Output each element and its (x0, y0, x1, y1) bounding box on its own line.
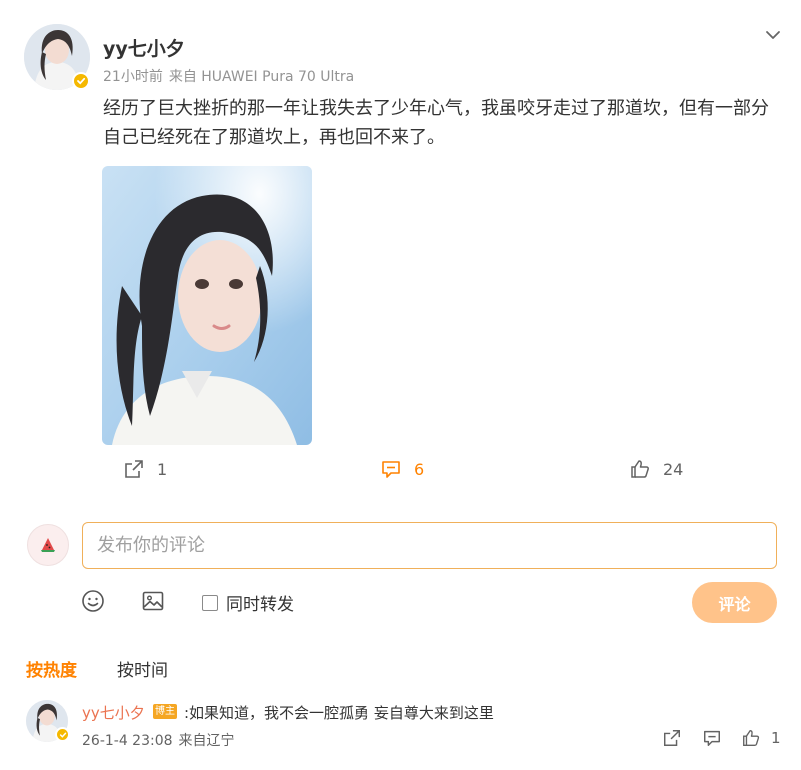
author-badge: 博主 (153, 704, 177, 719)
repost-action[interactable]: 1 (123, 458, 167, 480)
thumbs-up-icon (631, 460, 649, 478)
repost-icon (664, 730, 680, 746)
like-count: 24 (663, 459, 684, 479)
comment-location: 来自辽宁 (178, 733, 235, 749)
comment-icon (704, 730, 720, 746)
tab-sort-hot[interactable]: 按热度 (26, 656, 77, 681)
verified-badge-icon (72, 72, 90, 90)
comment-like-action[interactable]: 1 (741, 728, 781, 748)
comment-author-name[interactable]: yy七小夕 (82, 702, 145, 723)
forward-label: 同时转发 (226, 595, 294, 615)
comment-count: 6 (414, 459, 425, 479)
comment-input-box[interactable] (82, 522, 777, 569)
comment-input[interactable] (83, 523, 776, 568)
comment-text: :如果知道，我不会一腔孤勇 妄自尊大来到这里 (184, 704, 494, 722)
post-source: 来自 HUAWEI Pura 70 Ultra (168, 69, 355, 85)
post-photo (102, 166, 312, 445)
comment-item: yy七小夕 博主 :如果知道，我不会一腔孤勇 妄自尊大来到这里 26-1-4 2… (26, 700, 786, 760)
repost-icon (125, 460, 143, 478)
comment-date: 26-1-4 23:08 (82, 733, 173, 749)
comment-icon (382, 461, 400, 478)
comment-like-count: 1 (771, 729, 781, 747)
forward-checkbox[interactable] (202, 594, 218, 611)
submit-comment-button[interactable]: 评论 (692, 582, 777, 623)
post-text: 经历了巨大挫折的那一年让我失去了少年心气，我虽咬牙走过了那道坎，但有一部分自己已… (103, 98, 769, 148)
like-action[interactable]: 24 (629, 458, 683, 480)
post-image[interactable] (102, 166, 312, 445)
comment-reply-action[interactable] (702, 728, 732, 748)
comment-verified-badge-icon (55, 727, 70, 742)
watermelon-avatar-icon (41, 538, 55, 552)
forward-checkbox-row[interactable]: 同时转发 (202, 590, 294, 615)
chevron-down-icon[interactable] (762, 24, 784, 46)
post-author-name[interactable]: yy七小夕 (103, 34, 185, 61)
image-icon[interactable] (141, 589, 165, 613)
current-user-avatar (27, 524, 69, 566)
comment-repost-action[interactable] (662, 728, 692, 748)
comment-meta: 26-1-4 23:08 来自辽宁 (82, 730, 235, 750)
comment-action[interactable]: 6 (380, 458, 424, 480)
post-header: yy七小夕 21小时前 来自 HUAWEI Pura 70 Ultra (24, 24, 784, 90)
post-time[interactable]: 21小时前 (103, 69, 163, 85)
smile-icon[interactable] (81, 589, 105, 613)
thumbs-up-icon (743, 730, 760, 746)
tab-sort-time[interactable]: 按时间 (117, 656, 168, 681)
repost-count: 1 (157, 459, 168, 479)
post-meta: 21小时前 来自 HUAWEI Pura 70 Ultra (103, 66, 354, 86)
